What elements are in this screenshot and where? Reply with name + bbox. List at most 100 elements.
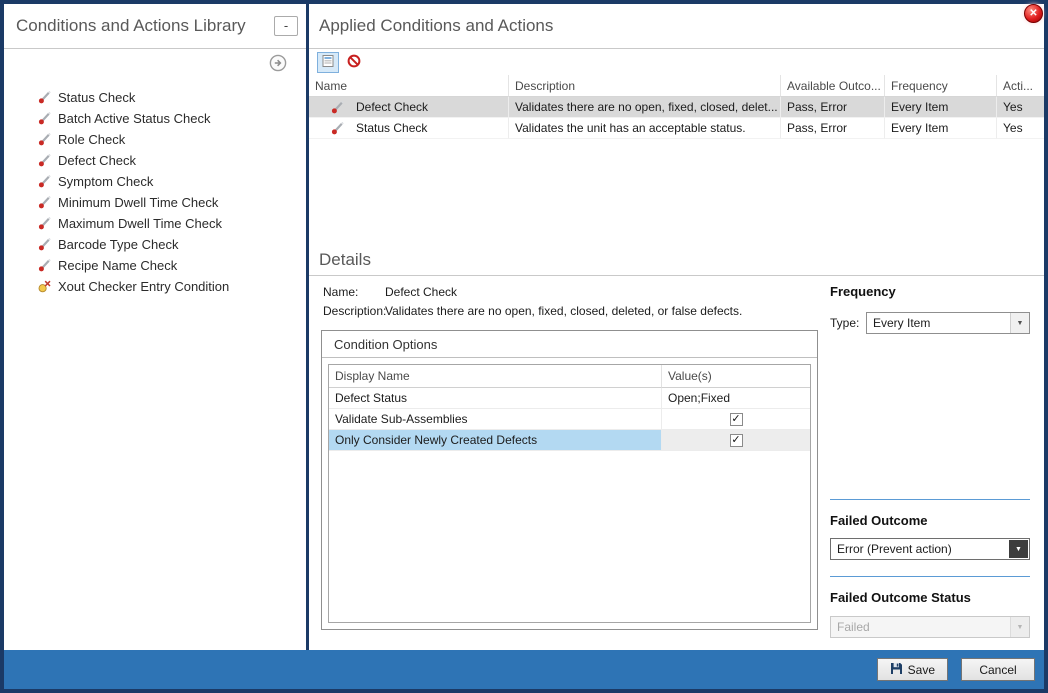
frequency-type-select[interactable]: Every Item ▼ [866,312,1030,334]
applied-row-name-cell: Defect Check [309,97,509,118]
condition-options-group: Condition Options Display Name Value(s) … [321,330,818,630]
failed-outcome-status-title: Failed Outcome Status [830,590,971,605]
condition-icon [38,91,51,104]
option-display-name: Validate Sub-Assemblies [329,409,662,430]
library-item-label: Status Check [58,90,135,105]
applied-row-frequency: Every Item [885,118,997,139]
library-item-status-check[interactable]: Status Check [38,87,306,108]
edit-condition-button[interactable] [317,52,339,73]
library-item-label: Batch Active Status Check [58,111,210,126]
save-button-label: Save [908,663,935,677]
library-title: Conditions and Actions Library [16,16,274,36]
column-header-display-name[interactable]: Display Name [329,365,662,388]
details-title: Details [319,250,371,270]
validate-sub-assemblies-checkbox[interactable]: ✓ [730,413,743,426]
library-item-batch-active-status-check[interactable]: Batch Active Status Check [38,108,306,129]
condition-icon [38,217,51,230]
type-label: Type: [830,316,866,330]
failed-outcome-status-select: Failed ▼ [830,616,1030,638]
applied-row-defect-check[interactable]: Defect Check Validates there are no open… [309,97,1044,118]
library-collapse-button[interactable]: - [274,16,298,36]
close-button[interactable]: ✕ [1024,4,1043,23]
library-item-defect-check[interactable]: Defect Check [38,150,306,171]
library-item-label: Maximum Dwell Time Check [58,216,222,231]
applied-row-description: Validates the unit has an acceptable sta… [509,118,781,139]
condition-icon [38,196,51,209]
details-header: Details [309,245,1044,276]
form-icon [321,54,335,71]
description-label: Description: [323,302,385,321]
column-header-values[interactable]: Value(s) [662,365,810,388]
condition-icon [38,133,51,146]
condition-options-table: Display Name Value(s) Defect Status Open… [328,364,811,623]
library-item-xout-checker-entry-condition[interactable]: Xout Checker Entry Condition [38,276,306,297]
applied-row-outcomes: Pass, Error [781,118,885,139]
condition-icon [331,101,344,114]
main-area: Conditions and Actions Library - Status … [4,4,1044,650]
library-item-label: Role Check [58,132,125,147]
option-row-only-newly-created-defects[interactable]: Only Consider Newly Created Defects ✓ [329,430,810,451]
failed-outcome-status-value: Failed [837,620,870,634]
condition-options-body: Display Name Value(s) Defect Status Open… [322,358,817,629]
library-item-recipe-name-check[interactable]: Recipe Name Check [38,255,306,276]
chevron-down-icon: ▼ [1009,540,1028,558]
no-entry-icon [347,54,361,71]
column-header-active[interactable]: Acti... [997,75,1044,97]
frequency-type-value: Every Item [873,316,930,330]
option-value[interactable]: Open;Fixed [662,388,810,409]
failed-outcome-status-separator [830,576,1030,577]
failed-outcome-value: Error (Prevent action) [837,542,952,556]
save-button[interactable]: Save [877,658,948,681]
applied-title: Applied Conditions and Actions [319,16,553,36]
name-label: Name: [323,283,385,302]
check-icon: ✓ [731,435,740,446]
library-item-maximum-dwell-time-check[interactable]: Maximum Dwell Time Check [38,213,306,234]
only-newly-created-defects-checkbox[interactable]: ✓ [730,434,743,447]
applied-header: Applied Conditions and Actions [309,4,1044,49]
library-item-label: Recipe Name Check [58,258,177,273]
check-icon: ✓ [731,414,740,425]
condition-icon [38,175,51,188]
library-item-label: Symptom Check [58,174,153,189]
save-icon [890,662,903,678]
cancel-button-label: Cancel [979,663,1016,677]
apply-condition-arrow-button[interactable] [269,54,287,72]
condition-options-title: Condition Options [322,331,817,358]
details-body: Name: Defect Check Description: Validate… [309,276,1044,650]
applied-row-status-check[interactable]: Status Check Validates the unit has an a… [309,118,1044,139]
conditions-actions-dialog: ✕ Conditions and Actions Library - Statu… [0,0,1048,693]
library-item-minimum-dwell-time-check[interactable]: Minimum Dwell Time Check [38,192,306,213]
footer-bar: Save Cancel [4,650,1044,689]
library-item-label: Minimum Dwell Time Check [58,195,218,210]
name-value: Defect Check [385,283,457,302]
option-display-name: Only Consider Newly Created Defects [329,430,662,451]
library-item-role-check[interactable]: Role Check [38,129,306,150]
column-header-description[interactable]: Description [509,75,781,97]
failed-outcome-title: Failed Outcome [830,513,928,528]
applied-row-name: Status Check [356,121,427,135]
frequency-title: Frequency [830,284,896,299]
details-right: Frequency Type: Every Item ▼ Failed Outc… [830,276,1030,650]
remove-condition-button[interactable] [343,52,365,73]
column-header-outcomes[interactable]: Available Outco... [781,75,885,97]
library-item-barcode-type-check[interactable]: Barcode Type Check [38,234,306,255]
library-item-label: Defect Check [58,153,136,168]
collapse-icon: - [284,18,288,33]
library-item-label: Xout Checker Entry Condition [58,279,229,294]
option-row-validate-sub-assemblies[interactable]: Validate Sub-Assemblies ✓ [329,409,810,430]
applied-table-header: Name Description Available Outco... Freq… [309,75,1044,97]
applied-row-description: Validates there are no open, fixed, clos… [509,97,781,118]
cancel-button[interactable]: Cancel [961,658,1035,681]
applied-row-name: Defect Check [356,100,428,114]
library-toolbar [4,49,306,77]
close-icon: ✕ [1029,8,1037,19]
library-item-symptom-check[interactable]: Symptom Check [38,171,306,192]
column-header-name[interactable]: Name [309,75,509,97]
option-row-defect-status[interactable]: Defect Status Open;Fixed [329,388,810,409]
column-header-frequency[interactable]: Frequency [885,75,997,97]
library-header: Conditions and Actions Library - [4,4,306,49]
applied-table-empty-area [309,139,1044,245]
description-value: Validates there are no open, fixed, clos… [385,302,742,321]
failed-outcome-select[interactable]: Error (Prevent action) ▼ [830,538,1030,560]
frequency-type-row: Type: Every Item ▼ [830,312,1030,334]
